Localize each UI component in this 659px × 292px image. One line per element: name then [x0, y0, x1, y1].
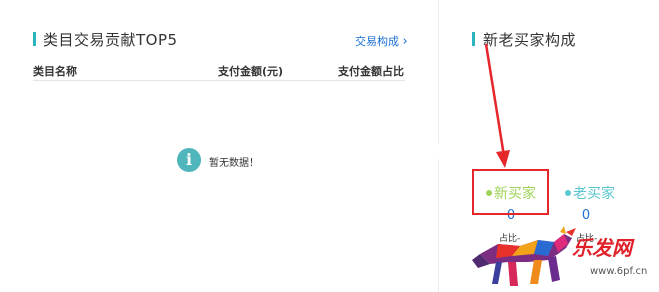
bull-logo: [472, 226, 576, 286]
old-buyer-value: 0: [581, 208, 591, 223]
old-buyer-label: 老买家: [573, 186, 615, 202]
column-header-ratio[interactable]: 支付金额占比: [338, 63, 404, 79]
watermark-logo-text: 乐发网: [572, 236, 632, 260]
info-icon: i: [177, 148, 201, 172]
annotation-arrow: [484, 43, 510, 168]
chevron-right-icon: ›: [402, 34, 408, 49]
annotation-highlight-box: [472, 169, 549, 215]
link-label: 交易构成: [355, 35, 399, 48]
title-accent-bar: [33, 32, 36, 46]
watermark-url: www.6pf.cn: [590, 266, 648, 277]
column-header-amount[interactable]: 支付金额(元): [218, 63, 283, 79]
old-buyer-dot: [565, 190, 571, 196]
panel-title: 类目交易贡献TOP5: [43, 31, 178, 49]
category-contribution-panel: 类目交易贡献TOP5 交易构成 › 类目名称 支付金额(元) 支付金额占比 i …: [0, 0, 438, 292]
trade-composition-link[interactable]: 交易构成 ›: [355, 33, 408, 49]
table-header-divider: [33, 80, 405, 81]
empty-state-text: 暂无数据！: [209, 158, 259, 169]
column-header-category[interactable]: 类目名称: [33, 63, 77, 79]
